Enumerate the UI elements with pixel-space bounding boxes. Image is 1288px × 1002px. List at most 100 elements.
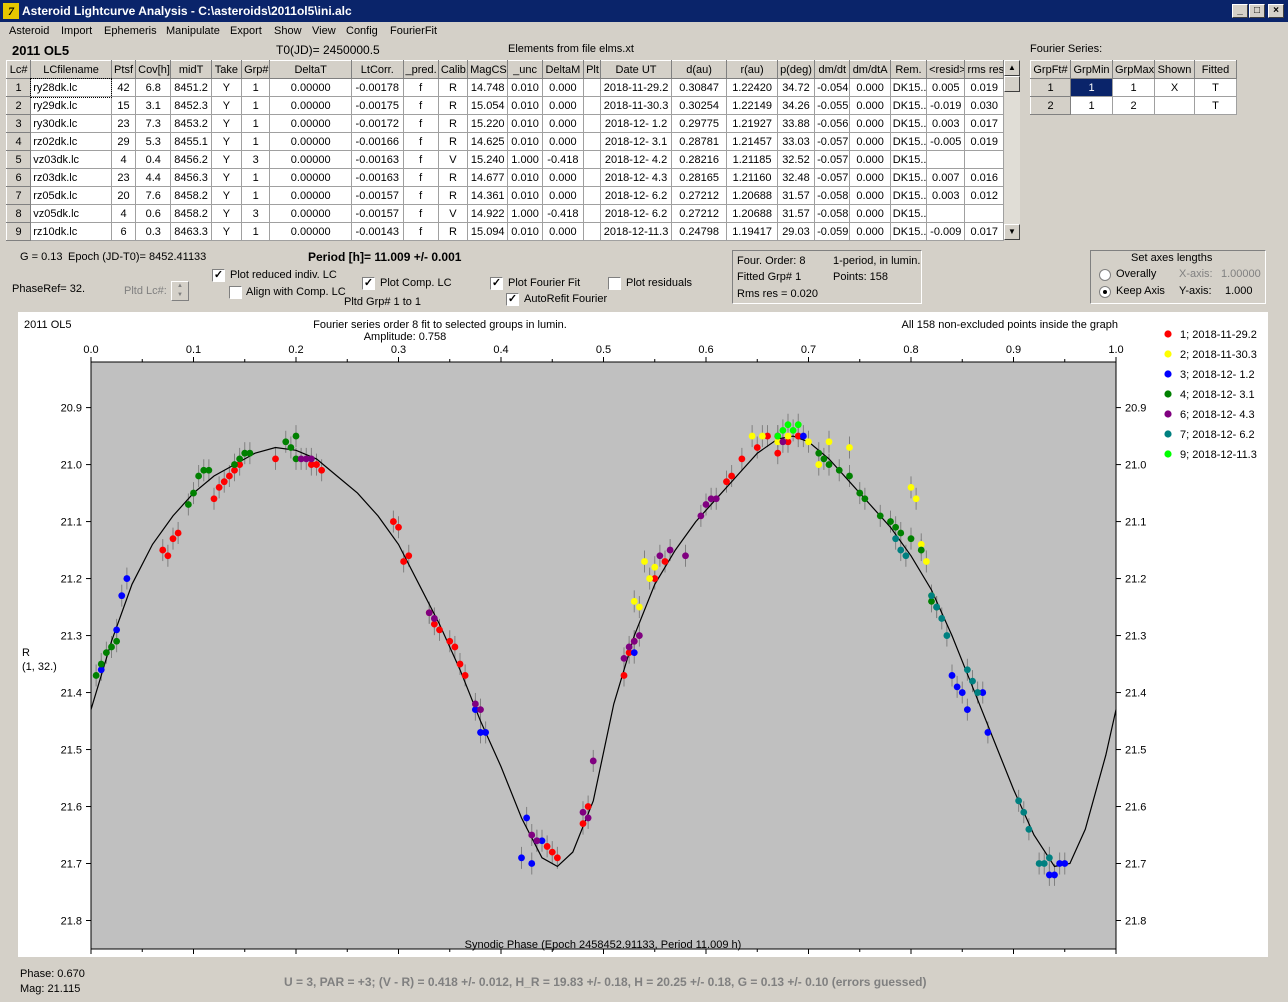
- table-cell[interactable]: -0.00163: [351, 150, 404, 169]
- table-cell[interactable]: R: [437, 114, 469, 133]
- table-cell[interactable]: 1: [241, 222, 271, 241]
- table-cell[interactable]: R: [437, 78, 469, 97]
- table-cell[interactable]: 0.000: [541, 78, 585, 97]
- row-header[interactable]: 2: [1030, 96, 1071, 115]
- table-cell[interactable]: f: [402, 96, 439, 115]
- table-cell[interactable]: 32.52: [776, 150, 816, 169]
- table-cell[interactable]: 8452.3: [170, 96, 212, 115]
- table-cell[interactable]: DK15..: [889, 78, 928, 97]
- column-header[interactable]: DeltaT: [269, 60, 353, 79]
- table-cell[interactable]: 2018-12- 6.2: [600, 186, 672, 205]
- table-cell[interactable]: ry30dk.lc: [30, 114, 112, 133]
- table-cell[interactable]: -0.058: [814, 186, 851, 205]
- table-cell[interactable]: 0.00000: [269, 168, 353, 187]
- table-cell[interactable]: 8453.2: [170, 114, 212, 133]
- table-cell[interactable]: 0.010: [507, 78, 543, 97]
- maximize-button[interactable]: □: [1249, 4, 1265, 18]
- table-cell[interactable]: 23: [110, 168, 137, 187]
- table-cell[interactable]: 0.00000: [269, 204, 353, 223]
- table-cell[interactable]: 0.000: [849, 186, 891, 205]
- table-cell[interactable]: 33.88: [776, 114, 816, 133]
- scroll-up-button[interactable]: ▲: [1004, 60, 1020, 76]
- menu-config[interactable]: Config: [346, 25, 378, 37]
- table-cell[interactable]: 42: [110, 78, 137, 97]
- table-cell[interactable]: 0.000: [849, 96, 891, 115]
- table-cell[interactable]: f: [402, 222, 439, 241]
- x-axis-value[interactable]: 1.00000: [1221, 268, 1261, 280]
- table-cell[interactable]: 5.3: [135, 132, 172, 151]
- column-header[interactable]: GrpFt#: [1030, 60, 1071, 79]
- table-cell[interactable]: Y: [210, 222, 243, 241]
- menu-ephemeris[interactable]: Ephemeris: [104, 25, 157, 37]
- table-cell[interactable]: f: [402, 132, 439, 151]
- table-cell[interactable]: -0.057: [814, 150, 851, 169]
- table-cell[interactable]: [926, 150, 966, 169]
- table-cell[interactable]: Y: [210, 114, 243, 133]
- table-cell[interactable]: -0.00157: [351, 186, 404, 205]
- table-cell[interactable]: [926, 204, 966, 223]
- table-cell[interactable]: 1.22149: [726, 96, 778, 115]
- column-header[interactable]: Calib.: [437, 60, 469, 79]
- table-cell[interactable]: Y: [210, 204, 243, 223]
- column-header[interactable]: dm/dt: [814, 60, 851, 79]
- table-cell[interactable]: DK15..: [889, 114, 928, 133]
- menu-asteroid[interactable]: Asteroid: [9, 25, 49, 37]
- table-cell[interactable]: [583, 168, 602, 187]
- table-cell[interactable]: -0.058: [814, 204, 851, 223]
- table-cell[interactable]: 6.8: [135, 78, 172, 97]
- table-cell[interactable]: 0.010: [507, 132, 543, 151]
- column-header[interactable]: GrpMin: [1070, 60, 1113, 79]
- table-cell[interactable]: DK15..: [889, 132, 928, 151]
- table-cell[interactable]: DK15..: [889, 96, 928, 115]
- table-cell[interactable]: [583, 186, 602, 205]
- table-cell[interactable]: 34.26: [776, 96, 816, 115]
- row-header[interactable]: 5: [5, 150, 32, 169]
- table-cell[interactable]: 0.000: [849, 132, 891, 151]
- table-cell[interactable]: [964, 204, 1004, 223]
- table-cell[interactable]: [583, 150, 602, 169]
- table-cell[interactable]: T: [1194, 78, 1237, 97]
- plot-comp-checkbox[interactable]: ✓: [362, 277, 375, 290]
- table-cell[interactable]: R: [437, 96, 469, 115]
- column-header[interactable]: Cov[h]: [135, 60, 172, 79]
- column-header[interactable]: p(deg): [776, 60, 816, 79]
- table-cell[interactable]: 8458.2: [170, 204, 212, 223]
- scroll-thumb[interactable]: [1004, 76, 1020, 92]
- table-cell[interactable]: rz05dk.lc: [30, 186, 112, 205]
- table-row[interactable]: 4 rz02dk.lc 29 5.3 8455.1 Y 1 0.00000 -0.00166 f R…: [5, 132, 1004, 151]
- table-row[interactable]: 6 rz03dk.lc 23 4.4 8456.3 Y 1 0.00000 -0.00163 f R…: [5, 168, 1004, 187]
- table-cell[interactable]: 0.00000: [269, 114, 353, 133]
- table-cell[interactable]: 20: [110, 186, 137, 205]
- minimize-button[interactable]: _: [1232, 4, 1248, 18]
- column-header[interactable]: LtCorr.: [351, 60, 404, 79]
- table-cell[interactable]: DK15..: [889, 204, 928, 223]
- table-cell[interactable]: 2018-12- 1.2: [600, 114, 672, 133]
- plot-fourier-checkbox[interactable]: ✓: [490, 277, 503, 290]
- table-cell[interactable]: 2018-12- 4.3: [600, 168, 672, 187]
- table-cell[interactable]: 0.010: [507, 186, 543, 205]
- column-header[interactable]: r(au): [726, 60, 778, 79]
- table-cell[interactable]: 2018-11-30.3: [600, 96, 672, 115]
- table-cell[interactable]: 1: [241, 96, 271, 115]
- table-cell[interactable]: 14.361: [467, 186, 509, 205]
- table-cell[interactable]: f: [402, 114, 439, 133]
- table-cell[interactable]: 0.003: [926, 114, 966, 133]
- table-cell[interactable]: 0.00000: [269, 96, 353, 115]
- table-cell[interactable]: 1: [1112, 78, 1155, 97]
- table-cell[interactable]: Y: [210, 186, 243, 205]
- autorefit-checkbox[interactable]: ✓: [506, 293, 519, 306]
- table-row[interactable]: 3 ry30dk.lc 23 7.3 8453.2 Y 1 0.00000 -0.00172 f R…: [5, 114, 1004, 133]
- table-cell[interactable]: 3: [241, 150, 271, 169]
- column-header[interactable]: Grp#: [241, 60, 271, 79]
- table-cell[interactable]: 8458.2: [170, 186, 212, 205]
- table-row[interactable]: 2 ry29dk.lc 15 3.1 8452.3 Y 1 0.00000 -0.00175 f R…: [5, 96, 1004, 115]
- table-cell[interactable]: 1: [241, 168, 271, 187]
- table-cell[interactable]: 1.20688: [726, 186, 778, 205]
- table-cell[interactable]: -0.00172: [351, 114, 404, 133]
- table-cell[interactable]: 14.677: [467, 168, 509, 187]
- table-cell[interactable]: 0.27212: [670, 186, 728, 205]
- table-row[interactable]: 5 vz03dk.lc 4 0.4 8456.2 Y 3 0.00000 -0.00163 f V 1…: [5, 150, 1004, 169]
- table-cell[interactable]: R: [437, 222, 469, 241]
- table-cell[interactable]: 0.28165: [670, 168, 728, 187]
- table-cell[interactable]: -0.00143: [351, 222, 404, 241]
